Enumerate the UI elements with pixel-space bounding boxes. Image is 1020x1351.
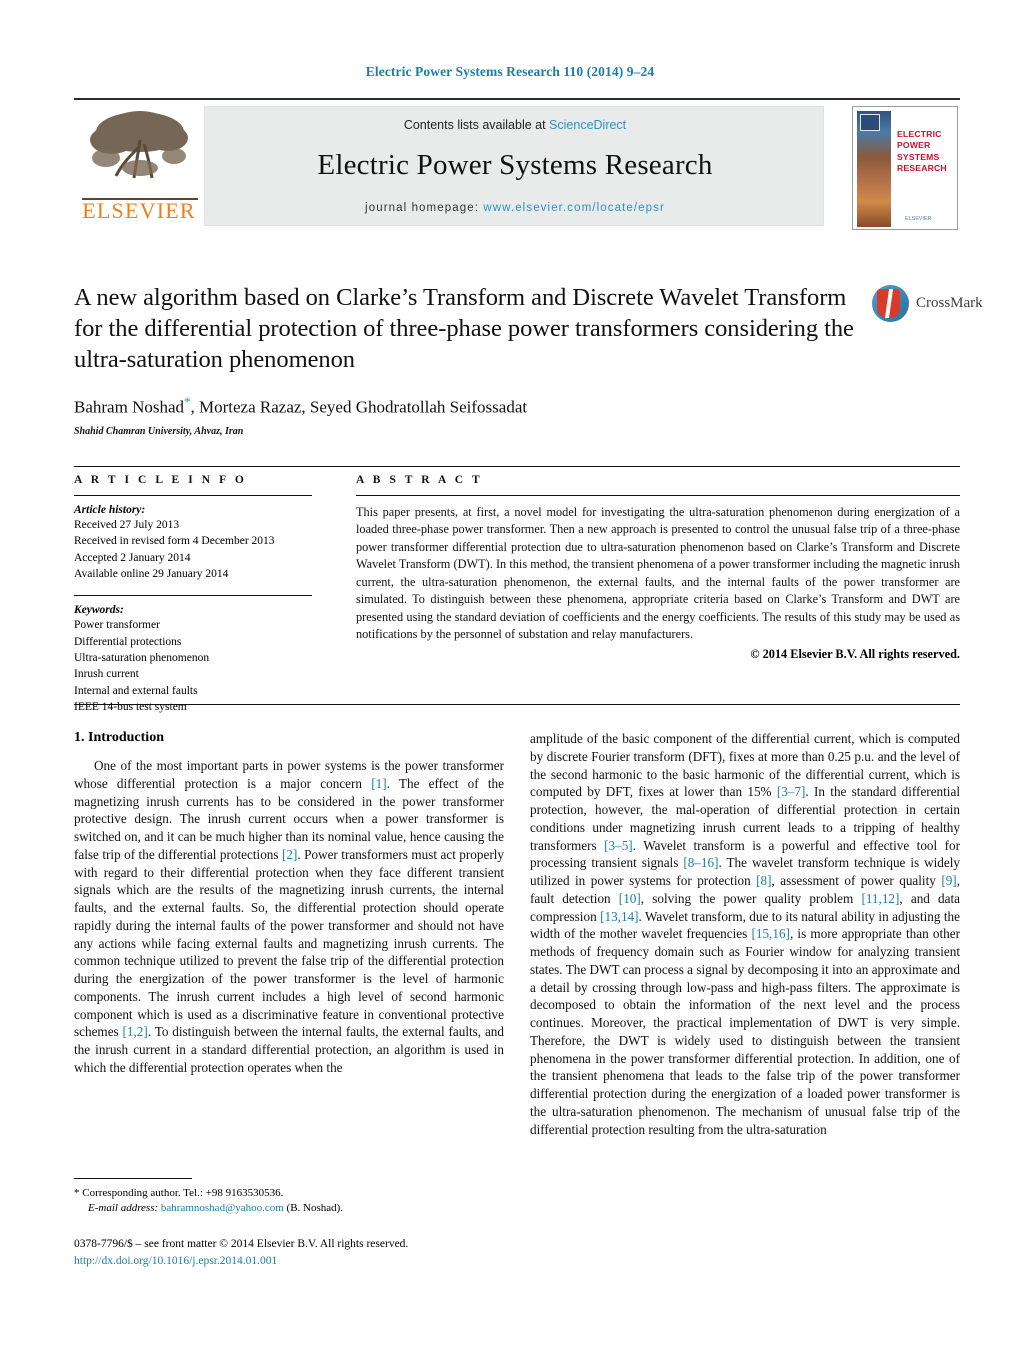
footnote-block: * Corresponding author. Tel.: +98 916353… (74, 1178, 504, 1217)
keyword-item: Power transformer (74, 619, 160, 632)
citation-ref[interactable]: [10] (619, 891, 641, 906)
keywords-label: Keywords: (74, 604, 124, 617)
imprint-block: 0378-7796/$ – see front matter © 2014 El… (74, 1236, 574, 1269)
keyword-item: IEEE 14-bus test system (74, 700, 187, 713)
doi-link[interactable]: http://dx.doi.org/10.1016/j.epsr.2014.01… (74, 1253, 574, 1270)
abstract-heading: A B S T R A C T (356, 474, 483, 486)
journal-masthead: ELSEVIER Contents lists available at Sci… (74, 98, 960, 232)
history-online: Available online 29 January 2014 (74, 567, 229, 580)
intro-right-e: , assessment of power quality (771, 873, 942, 888)
affiliation: Shahid Chamran University, Ahvaz, Iran (74, 426, 244, 438)
history-received: Received 27 July 2013 (74, 519, 180, 531)
article-info-column: A R T I C L E I N F O Article history: R… (74, 474, 312, 715)
citation-ref[interactable]: [1,2] (123, 1024, 148, 1039)
journal-title: Electric Power Systems Research (317, 149, 713, 181)
homepage-prefix: journal homepage: (365, 202, 484, 214)
journal-homepage-line: journal homepage: www.elsevier.com/locat… (205, 202, 825, 214)
keyword-item: Ultra-saturation phenomenon (74, 651, 210, 664)
intro-right-g: , solving the power quality problem (640, 890, 862, 906)
info-abstract-top-rule (74, 466, 960, 467)
keyword-item: Inrush current (74, 668, 139, 681)
citation-ref[interactable]: [2] (282, 847, 297, 862)
body-column-left: 1. Introduction One of the most importan… (74, 730, 504, 1077)
crossmark-badge-group[interactable]: CrossMark (872, 285, 983, 325)
corresponding-author-note: * Corresponding author. Tel.: +98 916353… (74, 1187, 284, 1199)
citation-ref[interactable]: [15,16] (751, 926, 789, 941)
running-head: Electric Power Systems Research 110 (201… (365, 64, 655, 79)
keyword-item: Internal and external faults (74, 684, 198, 697)
journal-band: Contents lists available at ScienceDirec… (204, 106, 824, 226)
journal-homepage-link[interactable]: www.elsevier.com/locate/epsr (483, 202, 665, 214)
citation-ref[interactable]: [3–5] (604, 838, 633, 853)
elsevier-tree-icon (90, 111, 188, 179)
citation-ref[interactable]: [8–16] (683, 855, 718, 870)
citation-ref[interactable]: [3–7] (777, 784, 806, 799)
info-abstract-bottom-rule (74, 704, 960, 705)
masthead-top-rule (74, 98, 960, 100)
cover-publisher-text: ELSEVIER (905, 216, 932, 222)
article-info-rule (74, 495, 312, 496)
elsevier-logo: ELSEVIER (76, 106, 202, 226)
cover-title-text: ELECTRIC POWER SYSTEMS RESEARCH (897, 129, 947, 174)
issn-front-matter: 0378-7796/$ – see front matter © 2014 El… (74, 1238, 409, 1250)
keyword-item: Differential protections (74, 635, 182, 648)
footnote-rule (74, 1178, 192, 1179)
cover-logo-square (860, 114, 880, 131)
crossmark-label: CrossMark (916, 295, 983, 311)
citation-ref[interactable]: [1] (371, 776, 386, 791)
contents-available-line: Contents lists available at ScienceDirec… (205, 118, 825, 132)
citation-ref[interactable]: [11,12] (861, 891, 899, 906)
email-note: E-mail address: bahramnoshad@yahoo.com (… (74, 1201, 504, 1216)
section-heading-introduction: 1. Introduction (74, 730, 164, 745)
contents-prefix: Contents lists available at (403, 118, 550, 132)
abstract-rule (356, 495, 960, 496)
abstract-copyright: © 2014 Elsevier B.V. All rights reserved… (750, 646, 960, 661)
body-columns: 1. Introduction One of the most importan… (74, 730, 960, 1220)
title-block: A new algorithm based on Clarke’s Transf… (74, 283, 864, 437)
keywords-rule (74, 595, 312, 597)
abstract-text: This paper presents, at first, a novel m… (356, 505, 960, 642)
intro-paragraph-left: One of the most important parts in power… (74, 757, 504, 1077)
sciencedirect-link[interactable]: ScienceDirect (549, 118, 626, 132)
author-others: , Morteza Razaz, Seyed Ghodratollah Seif… (190, 397, 528, 417)
citation-ref[interactable]: [8] (756, 873, 771, 888)
crossmark-icon (872, 285, 909, 322)
email-suffix: (B. Noshad). (283, 1202, 344, 1215)
article-history-label: Article history: (74, 504, 146, 516)
journal-cover-thumbnail: ELECTRIC POWER SYSTEMS RESEARCH ELSEVIER (852, 106, 958, 230)
citation-ref[interactable]: [13,14] (600, 909, 638, 924)
email-link[interactable]: bahramnoshad@yahoo.com (161, 1202, 284, 1214)
email-label: E-mail address: (88, 1202, 161, 1215)
paper-page: Electric Power Systems Research 110 (201… (0, 0, 1020, 1351)
citation-ref[interactable]: [9] (941, 873, 956, 888)
author-list: Bahram Noshad*, Morteza Razaz, Seyed Gho… (74, 394, 864, 418)
history-accepted: Accepted 2 January 2014 (74, 551, 191, 564)
author-corresponding: Bahram Noshad (74, 397, 185, 417)
abstract-column: A B S T R A C T This paper presents, at … (356, 474, 960, 662)
body-column-right: amplitude of the basic component of the … (530, 730, 960, 1138)
intro-right-j: , is more appropriate than other methods… (530, 926, 960, 1137)
article-info-heading: A R T I C L E I N F O (74, 474, 247, 486)
intro-paragraph-right: amplitude of the basic component of the … (530, 730, 960, 1138)
elsevier-wordmark: ELSEVIER (82, 198, 196, 223)
page-title: A new algorithm based on Clarke’s Transf… (74, 284, 854, 373)
intro-text-c: . Power transformers must act properly w… (74, 846, 504, 1040)
history-revised: Received in revised form 4 December 2013 (74, 535, 275, 548)
keywords-block: Keywords: Power transformer Differential… (74, 595, 312, 715)
